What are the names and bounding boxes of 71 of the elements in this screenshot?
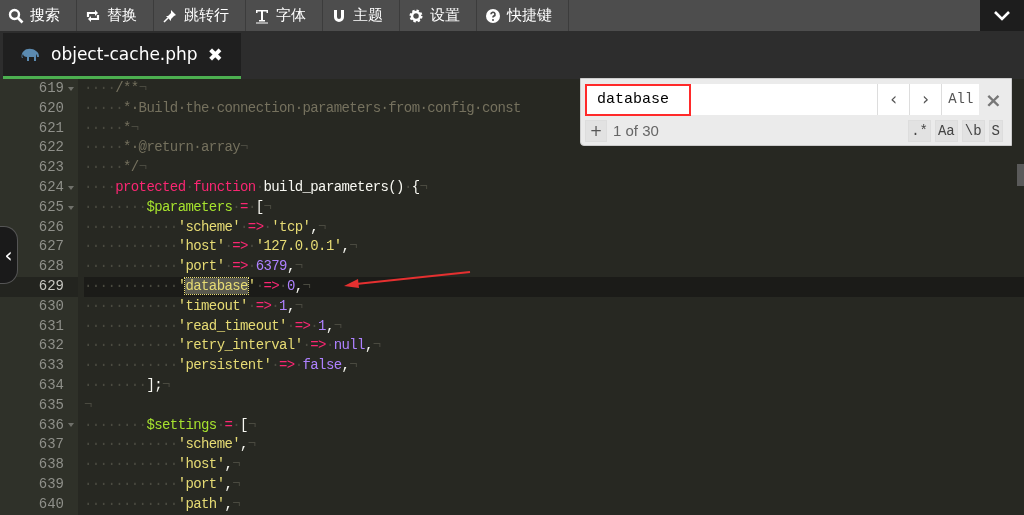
cycle-arrows-icon [85,7,101,24]
code-line: ············'host',¬ [84,455,241,475]
code-line: ········];¬ [84,375,170,395]
file-name: object-cache.php [51,42,198,66]
code-line: ············'port'·=>·6379,¬ [84,257,303,277]
find-all-button[interactable]: All [941,84,979,115]
code-line: ····protected·function·build_parameters()·{¬ [84,178,428,197]
code-line: ¬ [84,395,92,415]
code-line: ············'port',¬ [84,474,241,494]
search-field[interactable]: database [585,84,878,115]
line-number: 639 [38,474,65,494]
line-number: 635 [38,395,65,415]
option-toggle[interactable]: \b [961,120,985,143]
line-number: 620 [38,98,65,118]
line-number: 624 [38,178,65,197]
pin-icon [162,7,178,24]
magnet-icon [331,7,347,24]
line-number: 630 [38,296,65,316]
code-line: ············'scheme'·=>·'tcp',¬ [84,217,326,237]
gear-icon [408,7,424,24]
option-toggle[interactable]: S [988,120,1003,143]
sidebar-toggle[interactable]: ‹ [0,226,18,284]
line-number: 638 [38,455,65,475]
code-line: ············'retry_interval'·=>·null,¬ [84,336,381,356]
line-number: 626 [38,217,65,237]
elephant-icon [21,47,41,62]
line-number: 629 [38,276,65,296]
collapse-button[interactable] [980,0,1024,31]
line-number: 623 [38,158,65,178]
line-number: 634 [38,375,65,395]
line-number: 640 [38,494,65,514]
code-line: ············'persistent'·=>·false,¬ [84,356,358,376]
line-number: 633 [38,356,65,376]
text-t-icon [254,7,270,24]
search-match: database [185,277,248,294]
previous-match-button[interactable]: ‹ [877,84,910,115]
file-tab[interactable]: object-cache.php ✖ [3,33,241,79]
code-line: ·····*·Build·the·connection·parameters·from·config·const [84,98,521,118]
option-toggle[interactable]: Aa [934,120,958,143]
line-number: 636 [38,415,65,435]
code-line: ············'path',¬ [84,494,241,514]
search-icon [8,7,24,24]
code-line: ·····*·@return·array¬ [84,138,248,158]
line-number: 627 [38,237,65,257]
code-line: ············'database'·=>·0,¬ [84,276,311,296]
match-count: 1 of 30 [613,121,659,141]
code-line: ········$settings·=·[¬ [84,415,256,435]
scrollbar-thumb[interactable] [1017,164,1024,186]
line-number: 628 [38,257,65,277]
chevron-down-icon [993,9,1011,22]
line-number: 622 [38,138,65,158]
option-toggle[interactable]: .* [908,120,931,143]
line-number: 621 [38,118,65,138]
line-number: 637 [38,435,65,455]
code-line: ········$parameters·=·[¬ [84,197,272,217]
code-line: ·····*/¬ [84,158,147,178]
code-line: ············'timeout'·=>·1,¬ [84,296,303,316]
close-button[interactable]: × [979,84,1007,115]
line-number: 619 [38,79,65,98]
code-line: ·····*¬ [84,118,139,138]
line-number: 632 [38,336,65,356]
line-number: 625 [38,197,65,217]
code-line: ············'read_timeout'·=>·1,¬ [84,316,342,336]
next-match-button[interactable]: › [909,84,942,115]
close-icon[interactable]: ✖ [207,41,223,68]
code-line: ····/**¬ [84,79,147,98]
line-number: 631 [38,316,65,336]
code-line: ············'scheme',¬ [84,435,256,455]
help-icon [485,7,501,24]
code-line: ············'host'·=>·'127.0.0.1',¬ [84,237,358,257]
add-button[interactable]: + [585,120,607,143]
